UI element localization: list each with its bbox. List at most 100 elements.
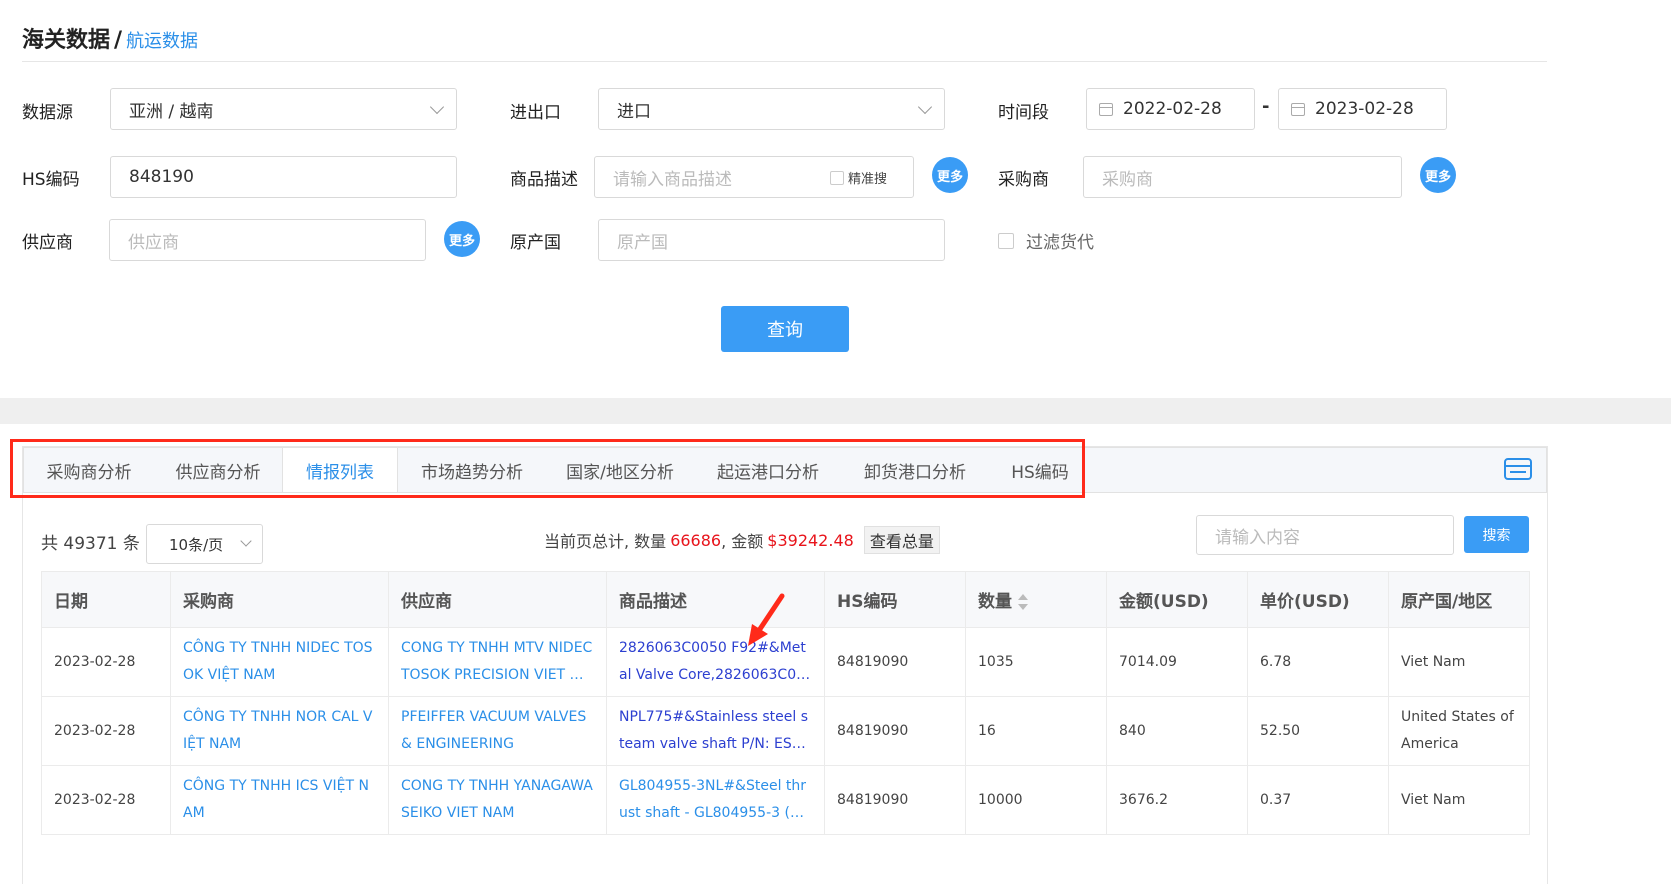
datasource-label: 数据源 <box>22 103 73 123</box>
breadcrumb-root[interactable]: 海关数据 <box>22 22 110 54</box>
ie-label: 进出口 <box>510 103 561 123</box>
highlight-box <box>10 439 1085 498</box>
supplier-link[interactable]: CONG TY TNHH MTV NIDEC TOSOK PRECISION V… <box>401 635 594 689</box>
buyer-link[interactable]: CÔNG TY TNHH NIDEC TOSOK VIỆT NAM <box>183 635 376 689</box>
cell-origin: United States of America <box>1401 709 1514 752</box>
calendar-icon <box>1291 102 1305 116</box>
cell-qty: 1035 <box>965 627 1107 697</box>
datasource-select[interactable]: 亚洲 / 越南 <box>110 88 457 130</box>
sort-icon[interactable] <box>1018 594 1028 610</box>
cell-date: 2023-02-28 <box>41 696 171 766</box>
precise-checkbox[interactable] <box>829 170 844 185</box>
filter-forwarder[interactable]: 过滤货代 <box>998 228 1094 253</box>
total-count: 49371 <box>63 534 118 554</box>
buyer-link[interactable]: CÔNG TY TNHH ICS VIỆT NAM <box>183 773 376 827</box>
cell-origin: Viet Nam <box>1401 791 1466 808</box>
hs-value: 848190 <box>129 167 194 187</box>
cell-unit-price: 52.50 <box>1247 696 1389 766</box>
col-unit-price: 单价(USD) <box>1247 571 1389 628</box>
breadcrumb-current[interactable]: 航运数据 <box>126 27 198 53</box>
col-buyer: 采购商 <box>170 571 389 628</box>
section-divider <box>0 398 1671 424</box>
total-count-text: 共 49371 条 <box>41 534 140 554</box>
col-qty-label: 数量 <box>978 592 1012 612</box>
supplier-link[interactable]: CONG TY TNHH YANAGAWA SEIKO VIET NAM <box>401 773 594 827</box>
breadcrumb-separator: / <box>114 28 123 53</box>
summary-amount: $39242.48 <box>767 530 854 550</box>
view-total-button[interactable]: 查看总量 <box>863 526 940 554</box>
desc-placeholder: 请输入商品描述 <box>613 169 732 190</box>
cell-amount: 840 <box>1106 696 1248 766</box>
chevron-down-icon <box>240 535 252 547</box>
period-label: 时间段 <box>998 103 1049 123</box>
table-search-placeholder: 请输入内容 <box>1215 527 1300 548</box>
table-search-button[interactable]: 搜索 <box>1464 516 1529 553</box>
summary-mid: , 金额 <box>721 532 764 551</box>
buyer-placeholder: 采购商 <box>1102 169 1153 190</box>
chevron-down-icon <box>429 99 445 115</box>
date-from-value: 2022-02-28 <box>1123 99 1222 119</box>
page-summary: 当前页总计, 数量 66686 , 金额 $39242.48 查看总量 <box>544 526 940 554</box>
cell-amount: 7014.09 <box>1106 627 1248 697</box>
table-search-input[interactable]: 请输入内容 <box>1196 515 1454 555</box>
supplier-placeholder: 供应商 <box>128 232 179 253</box>
col-origin: 原产国/地区 <box>1388 571 1530 628</box>
col-date: 日期 <box>41 571 171 628</box>
supplier-more-button[interactable]: 更多 <box>444 221 480 257</box>
cell-unit-price: 6.78 <box>1247 627 1389 697</box>
page-size-select[interactable]: 10条/页 <box>146 524 263 564</box>
origin-input[interactable]: 原产国 <box>598 219 945 261</box>
desc-more-button[interactable]: 更多 <box>932 157 968 193</box>
printer-icon[interactable] <box>1503 457 1533 481</box>
page-size-value: 10条/页 <box>169 535 224 554</box>
col-qty[interactable]: 数量 <box>965 571 1107 628</box>
cell-date: 2023-02-28 <box>41 765 171 835</box>
forwarder-checkbox[interactable] <box>998 232 1014 249</box>
header-divider <box>22 61 1547 62</box>
supplier-label: 供应商 <box>22 233 73 253</box>
ie-value: 进口 <box>617 101 651 122</box>
buyer-more-button[interactable]: 更多 <box>1420 157 1456 193</box>
forwarder-label: 过滤货代 <box>1026 233 1094 253</box>
date-to-value: 2023-02-28 <box>1315 99 1414 119</box>
cell-hs: 84819090 <box>824 765 966 835</box>
col-hs: HS编码 <box>824 571 966 628</box>
buyer-link[interactable]: CÔNG TY TNHH NOR CAL VIỆT NAM <box>183 704 376 758</box>
hs-input[interactable]: 848190 <box>110 156 457 198</box>
date-to-input[interactable]: 2023-02-28 <box>1278 88 1447 130</box>
datasource-value: 亚洲 / 越南 <box>129 101 214 122</box>
cell-date: 2023-02-28 <box>41 627 171 697</box>
precise-label: 精准搜 <box>847 172 887 187</box>
summary-prefix: 当前页总计, 数量 <box>544 532 667 551</box>
supplier-input[interactable]: 供应商 <box>109 219 426 261</box>
date-separator: - <box>1262 96 1270 117</box>
breadcrumb: 海关数据 / 航运数据 <box>22 22 198 54</box>
cell-qty: 16 <box>965 696 1107 766</box>
desc-link[interactable]: GL804955-3NL#&Steel thrust shaft - GL804… <box>619 773 812 827</box>
table-row: 2023-02-28 CÔNG TY TNHH ICS VIỆT NAM CON… <box>41 765 1530 835</box>
desc-input[interactable]: 请输入商品描述 精准搜 <box>594 156 914 198</box>
calendar-icon <box>1099 102 1113 116</box>
hs-label: HS编码 <box>22 170 80 190</box>
supplier-link[interactable]: PFEIFFER VACUUM VALVES & ENGINEERING <box>401 704 594 758</box>
col-supplier: 供应商 <box>388 571 607 628</box>
cell-hs: 84819090 <box>824 627 966 697</box>
table-row: 2023-02-28 CÔNG TY TNHH NOR CAL VIỆT NAM… <box>41 696 1530 766</box>
ie-select[interactable]: 进口 <box>598 88 945 130</box>
date-from-input[interactable]: 2022-02-28 <box>1086 88 1255 130</box>
origin-placeholder: 原产国 <box>617 232 668 253</box>
cell-amount: 3676.2 <box>1106 765 1248 835</box>
cell-qty: 10000 <box>965 765 1107 835</box>
precise-search-toggle[interactable]: 精准搜 <box>829 168 887 187</box>
col-desc: 商品描述 <box>606 571 825 628</box>
query-button[interactable]: 查询 <box>721 306 849 352</box>
cell-unit-price: 0.37 <box>1247 765 1389 835</box>
desc-label: 商品描述 <box>510 170 578 190</box>
desc-link[interactable]: NPL775#&Stainless steel steam valve shaf… <box>619 704 812 758</box>
chevron-down-icon <box>917 99 933 115</box>
summary-qty: 66686 <box>670 530 722 550</box>
cell-hs: 84819090 <box>824 696 966 766</box>
col-amount: 金额(USD) <box>1106 571 1248 628</box>
buyer-input[interactable]: 采购商 <box>1083 156 1402 198</box>
origin-label: 原产国 <box>510 233 561 253</box>
